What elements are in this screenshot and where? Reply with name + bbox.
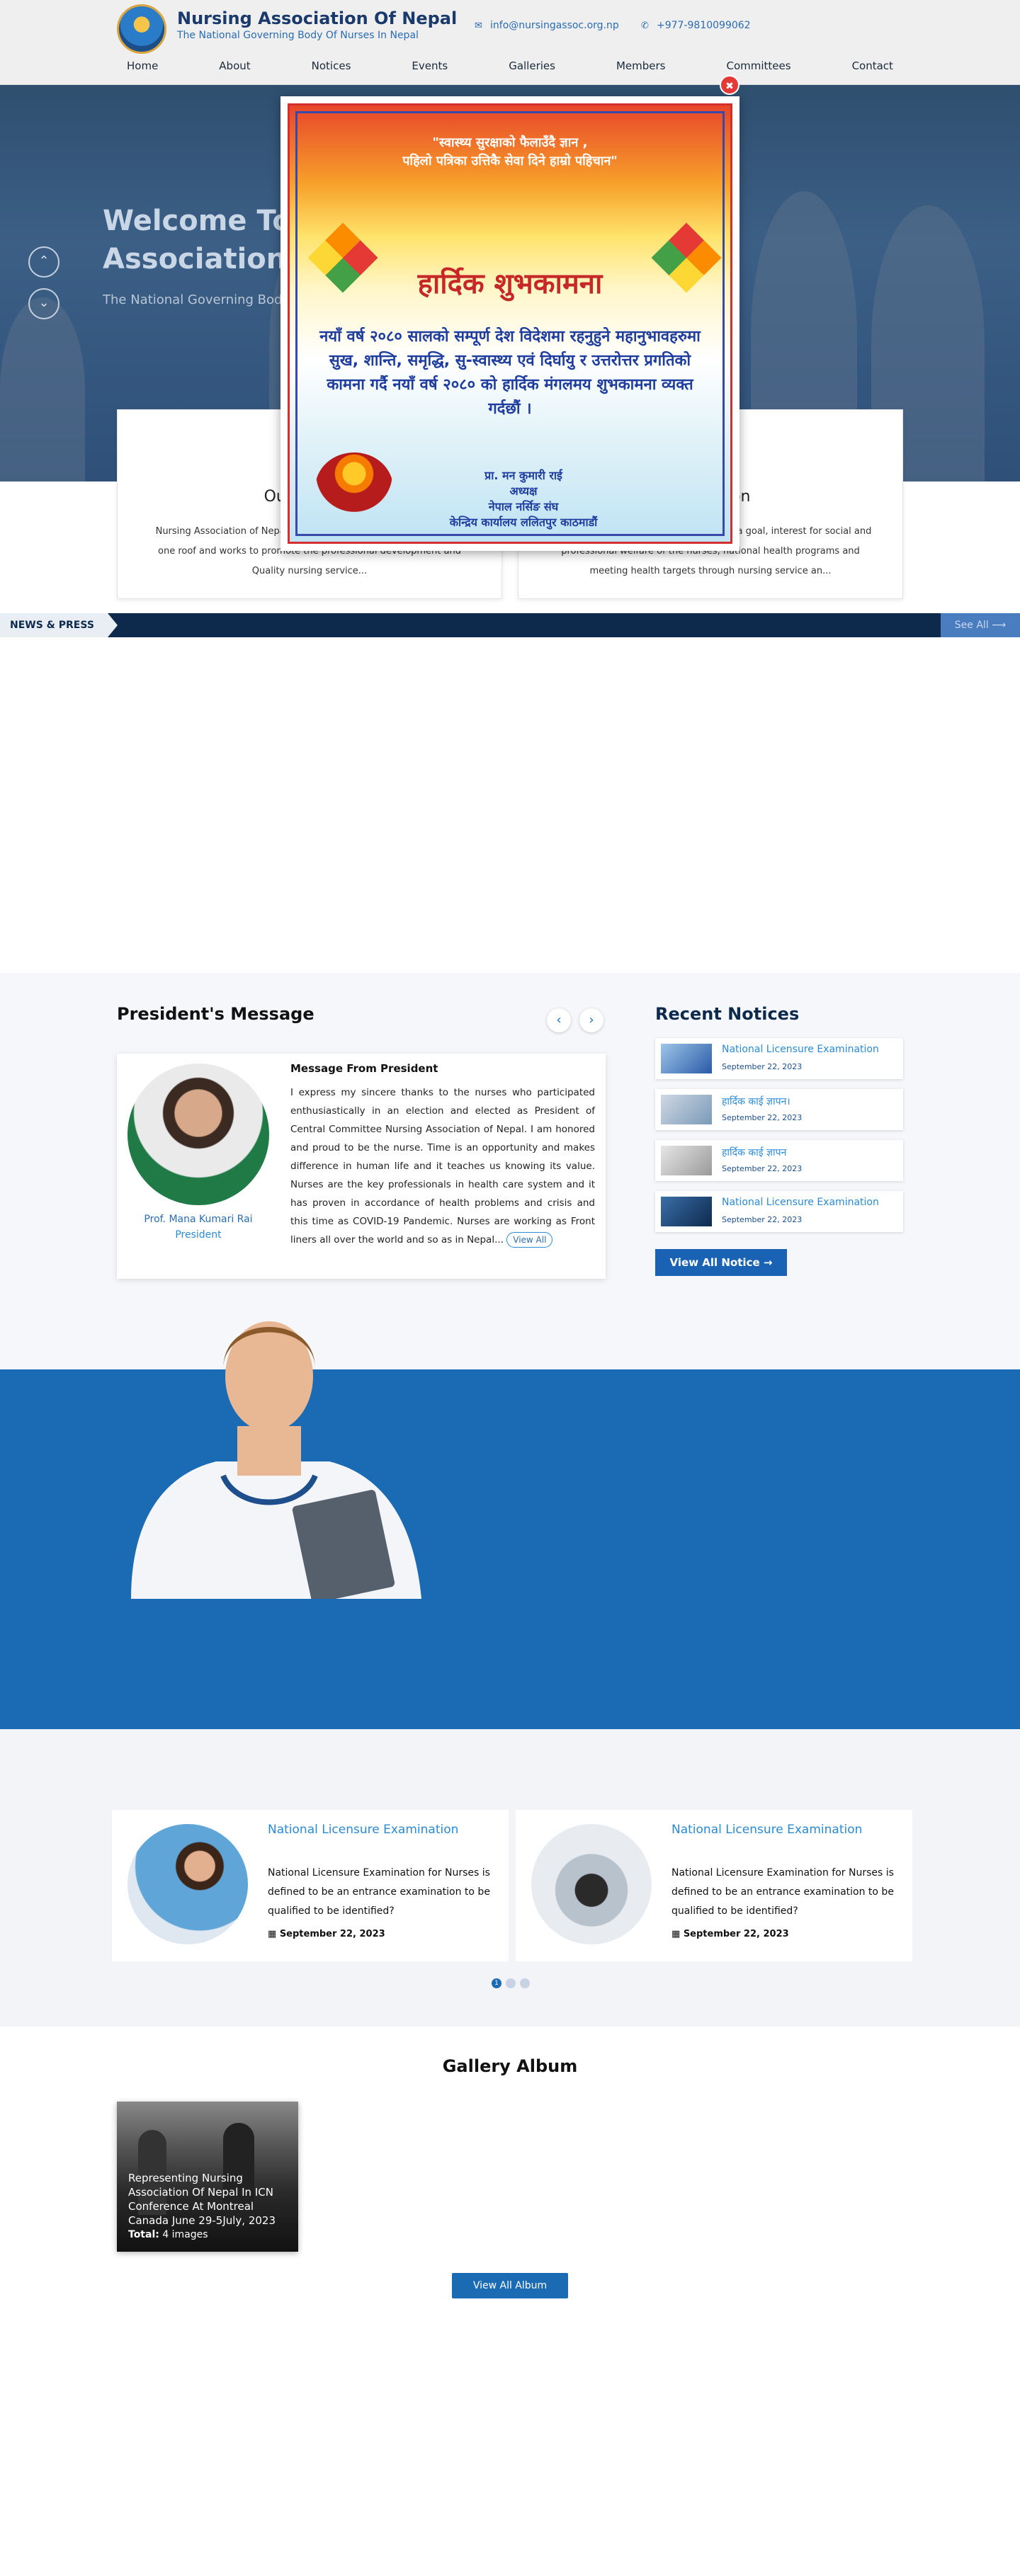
notice-card-title[interactable]: National Licensure Examination (672, 1823, 862, 1837)
notice-card-date: ▦ September 22, 2023 (672, 1929, 789, 1939)
next-arrow-button[interactable]: › (579, 1008, 604, 1032)
nav-home[interactable]: Home (117, 59, 168, 79)
slider-down-button[interactable]: ⌄ (28, 288, 60, 319)
pagination-dot[interactable] (520, 1978, 530, 1988)
notice-card-text: National Licensure Examination for Nurse… (268, 1867, 490, 1917)
contact-phone[interactable]: ✆ +977-9810099062 (641, 20, 751, 31)
main-nav: Home About Notices Events Galleries Memb… (117, 59, 903, 79)
nav-about[interactable]: About (209, 59, 260, 79)
notice-date: September 22, 2023 (722, 1215, 803, 1224)
pagination-dot[interactable] (506, 1978, 516, 1988)
prev-arrow-button[interactable]: ‹ (547, 1008, 571, 1032)
nav-events[interactable]: Events (402, 59, 458, 79)
notice-card-date-text: September 22, 2023 (683, 1929, 789, 1939)
notice-title: हार्दिक काई ज्ञापन (722, 1147, 787, 1158)
gallery-album-card[interactable]: Representing Nursing Association Of Nepa… (117, 2102, 298, 2252)
see-all-news-button[interactable]: See All ⟶ (941, 613, 1020, 637)
envelope-icon: ✉ (475, 21, 482, 31)
message-body: I express my sincere thanks to the nurse… (290, 1083, 595, 1249)
gallery-title: Gallery Album (442, 2056, 578, 2076)
popup-slogan-line2: पहिलो पत्रिका उत्तिकै सेवा दिने हाम्रो प… (402, 154, 618, 169)
nav-members[interactable]: Members (606, 59, 676, 79)
notice-item[interactable]: हार्दिक काई ज्ञापन। September 22, 2023 (655, 1089, 903, 1130)
news-label: NEWS & PRESS (0, 613, 118, 637)
notice-date: September 22, 2023 (722, 1062, 803, 1071)
album-caption: Representing Nursing Association Of Nepa… (128, 2172, 276, 2227)
popup-signature: प्रा. मन कुमारी राई अध्यक्ष नेपाल नर्सिङ… (449, 469, 598, 529)
president-role: President (175, 1229, 222, 1241)
logo[interactable] (117, 4, 166, 54)
notice-thumbnail (661, 1146, 712, 1175)
popup-heading: हार्दिक शुभकामना (417, 268, 603, 300)
phone-text: +977-9810099062 (657, 20, 751, 31)
email-text: info@nursingassoc.org.np (490, 20, 619, 31)
hero-photo-figure (0, 297, 85, 481)
notice-card-date-text: September 22, 2023 (279, 1929, 385, 1939)
president-section-title: President's Message (117, 1004, 314, 1024)
notice-thumbnail (661, 1044, 712, 1073)
notice-date: September 22, 2023 (722, 1164, 803, 1173)
calendar-icon: ▦ (672, 1929, 684, 1939)
notice-card[interactable]: National Licensure Examination National … (112, 1810, 509, 1961)
view-all-album-button[interactable]: View All Album (452, 2273, 568, 2298)
nurse-illustration (131, 1321, 421, 1599)
notice-card-image (128, 1824, 248, 1944)
nav-galleries[interactable]: Galleries (499, 59, 565, 79)
album-total-label: Total: (128, 2229, 159, 2240)
notice-date: September 22, 2023 (722, 1113, 803, 1122)
notice-card-text: National Licensure Examination for Nurse… (672, 1867, 894, 1917)
notice-item[interactable]: National Licensure Examination September… (655, 1038, 903, 1079)
brand-subtitle: The National Governing Body Of Nurses In… (177, 30, 419, 41)
close-popup-button[interactable]: ✖ (720, 75, 740, 95)
brand-title[interactable]: Nursing Association Of Nepal (177, 8, 457, 28)
calendar-icon: ▦ (268, 1929, 280, 1939)
notice-item[interactable]: हार्दिक काई ज्ञापन September 22, 2023 (655, 1140, 903, 1181)
notice-title: National Licensure Examination (722, 1197, 879, 1208)
view-all-message-button[interactable]: View All (506, 1232, 553, 1248)
president-name: Prof. Mana Kumari Rai (144, 1214, 253, 1225)
greeting-card-image: "स्वास्थ्य सुरक्षाको फैलाउँदै ज्ञान , पह… (288, 103, 732, 544)
album-total-value: 4 images (162, 2229, 208, 2240)
popup-body: नयाँ वर्ष २०८० सालको सम्पूर्ण देश विदेशम… (319, 328, 701, 418)
president-photo (128, 1064, 269, 1205)
recent-notices-title: Recent Notices (655, 1004, 800, 1024)
notice-card-image (531, 1824, 652, 1944)
nav-notices[interactable]: Notices (302, 59, 361, 79)
phone-icon: ✆ (641, 21, 649, 31)
contact-email[interactable]: ✉ info@nursingassoc.org.np (475, 20, 619, 31)
message-heading: Message From President (290, 1062, 438, 1075)
news-ticker: NEWS & PRESS See All ⟶ (0, 613, 1020, 637)
site-header: Nursing Association Of Nepal The Nationa… (0, 0, 1020, 85)
pagination-dot-active[interactable]: 1 (492, 1978, 502, 1988)
notice-title: National Licensure Examination (722, 1044, 879, 1055)
popup-slogan-line1: "स्वास्थ्य सुरक्षाको फैलाउँदै ज्ञान , (432, 135, 588, 150)
notice-item[interactable]: National Licensure Examination September… (655, 1191, 903, 1232)
nav-contact[interactable]: Contact (842, 59, 903, 79)
notice-title: हार्दिक काई ज्ञापन। (722, 1096, 790, 1107)
slider-up-button[interactable]: ⌃ (28, 246, 60, 278)
notice-thumbnail (661, 1095, 712, 1124)
greeting-popup: "स्वास्थ्य सुरक्षाको फैलाउँदै ज्ञान , पह… (280, 96, 740, 551)
message-text: I express my sincere thanks to the nurse… (290, 1087, 595, 1246)
notice-thumbnail (661, 1197, 712, 1226)
album-total: Total: 4 images (128, 2229, 208, 2240)
notice-card[interactable]: National Licensure Examination National … (516, 1810, 912, 1961)
notice-card-date: ▦ September 22, 2023 (268, 1929, 385, 1939)
view-all-notice-button[interactable]: View All Notice → (655, 1249, 787, 1276)
notice-card-title[interactable]: National Licensure Examination (268, 1823, 458, 1837)
